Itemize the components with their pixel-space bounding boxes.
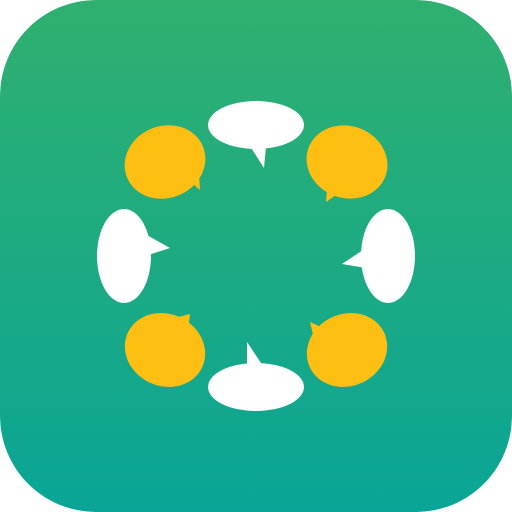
app-icon-graphic <box>0 0 512 512</box>
app-icon-background <box>0 0 512 512</box>
app-icon-container <box>0 0 512 512</box>
chat-circle-app-icon[interactable] <box>0 0 512 512</box>
